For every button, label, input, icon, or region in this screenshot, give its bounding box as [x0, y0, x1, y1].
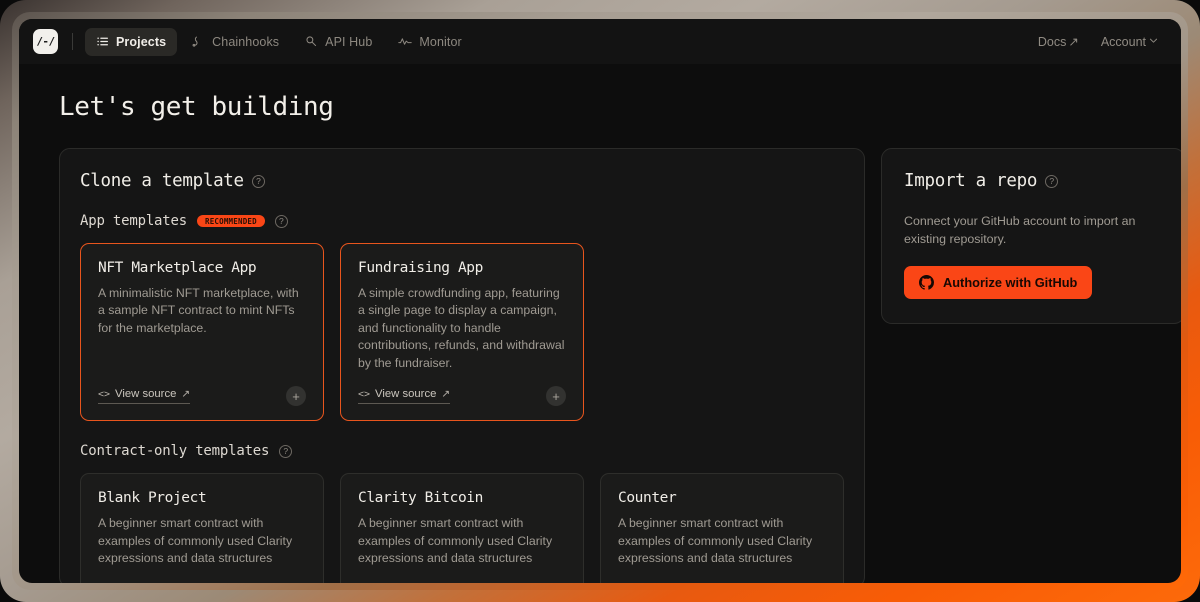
help-icon[interactable]: ?	[1045, 175, 1058, 188]
help-icon[interactable]: ?	[252, 175, 265, 188]
clone-template-panel: Clone a template ? App templates RECOMME…	[59, 148, 865, 583]
app-logo[interactable]: /-/	[33, 29, 58, 54]
section-title: Contract-only templates	[80, 443, 269, 459]
card-title: Fundraising App	[358, 260, 566, 276]
card-description: A beginner smart contract with examples …	[358, 515, 566, 567]
view-source-label: View source	[115, 388, 176, 400]
card-description: A simple crowdfunding app, featuring a s…	[358, 285, 566, 372]
chevron-down-icon	[1148, 35, 1159, 49]
nav-item-chainhooks[interactable]: Chainhooks	[181, 28, 290, 56]
authorize-with-github-button[interactable]: Authorize with GitHub	[904, 266, 1092, 299]
grid-empty-slot	[600, 243, 844, 421]
nav-item-monitor[interactable]: Monitor	[387, 28, 472, 56]
clone-template-title: Clone a template ?	[80, 171, 844, 191]
key-icon	[305, 35, 318, 48]
code-icon: <>	[98, 389, 110, 400]
section-header-app-templates: App templates RECOMMENDED ?	[80, 213, 844, 229]
external-link-icon: ↗	[441, 388, 450, 400]
page-body: Let's get building Clone a template ? Ap…	[19, 64, 1181, 583]
nav-item-label: Chainhooks	[212, 35, 279, 49]
template-card-counter[interactable]: Counter A beginner smart contract with e…	[600, 473, 844, 583]
docs-label: Docs	[1038, 35, 1066, 49]
account-menu[interactable]: Account	[1101, 35, 1159, 49]
card-description: A minimalistic NFT marketplace, with a s…	[98, 285, 306, 337]
page-title: Let's get building	[59, 92, 1141, 122]
account-label: Account	[1101, 35, 1146, 49]
authorize-button-label: Authorize with GitHub	[943, 275, 1077, 290]
docs-link[interactable]: Docs ↗	[1038, 34, 1079, 49]
help-icon[interactable]: ?	[275, 215, 288, 228]
external-link-icon: ↗	[1068, 34, 1078, 49]
code-icon: <>	[358, 389, 370, 400]
template-card-blank-project[interactable]: Blank Project A beginner smart contract …	[80, 473, 324, 583]
card-title: Clarity Bitcoin	[358, 490, 566, 506]
nav-right-group: Docs ↗ Account	[1038, 34, 1159, 49]
nav-divider	[72, 33, 73, 50]
top-navbar: /-/ Projects	[19, 19, 1181, 64]
add-template-button[interactable]: +	[546, 386, 566, 406]
template-card-nft-marketplace[interactable]: NFT Marketplace App A minimalistic NFT m…	[80, 243, 324, 421]
nav-item-label: Monitor	[419, 35, 461, 49]
decorative-outer-frame: /-/ Projects	[0, 0, 1200, 602]
card-description: A beginner smart contract with examples …	[98, 515, 306, 567]
import-repo-description: Connect your GitHub account to import an…	[904, 213, 1162, 249]
recommended-badge: RECOMMENDED	[197, 215, 265, 228]
list-icon	[96, 35, 109, 48]
nav-item-projects[interactable]: Projects	[85, 28, 177, 56]
nav-item-list: Projects Chainhooks	[85, 28, 473, 56]
import-repo-panel: Import a repo ? Connect your GitHub acco…	[881, 148, 1181, 324]
add-template-button[interactable]: +	[286, 386, 306, 406]
content-columns: Clone a template ? App templates RECOMME…	[59, 148, 1141, 583]
external-link-icon: ↗	[181, 388, 190, 400]
nav-item-api-hub[interactable]: API Hub	[294, 28, 383, 56]
app-window: /-/ Projects	[19, 19, 1181, 583]
nav-item-label: Projects	[116, 35, 166, 49]
card-title: Blank Project	[98, 490, 306, 506]
activity-icon	[398, 35, 412, 48]
section-title: App templates	[80, 213, 187, 229]
import-repo-title-text: Import a repo	[904, 171, 1037, 191]
app-templates-grid: NFT Marketplace App A minimalistic NFT m…	[80, 243, 844, 421]
view-source-label: View source	[375, 388, 436, 400]
nav-item-label: API Hub	[325, 35, 372, 49]
card-description: A beginner smart contract with examples …	[618, 515, 826, 567]
help-icon[interactable]: ?	[279, 445, 292, 458]
card-footer: <> View source ↗ +	[98, 386, 306, 406]
section-spacer	[80, 421, 844, 443]
import-repo-title: Import a repo ?	[904, 171, 1162, 191]
section-header-contract-only: Contract-only templates ?	[80, 443, 844, 459]
github-icon	[919, 275, 934, 290]
card-title: NFT Marketplace App	[98, 260, 306, 276]
template-card-clarity-bitcoin[interactable]: Clarity Bitcoin A beginner smart contrac…	[340, 473, 584, 583]
view-source-link[interactable]: <> View source ↗	[98, 388, 190, 404]
hook-icon	[192, 35, 205, 48]
view-source-link[interactable]: <> View source ↗	[358, 388, 450, 404]
template-card-fundraising[interactable]: Fundraising App A simple crowdfunding ap…	[340, 243, 584, 421]
clone-template-title-text: Clone a template	[80, 171, 244, 191]
contract-templates-grid: Blank Project A beginner smart contract …	[80, 473, 844, 583]
card-title: Counter	[618, 490, 826, 506]
decorative-inner-frame: /-/ Projects	[12, 12, 1188, 590]
card-footer: <> View source ↗ +	[358, 386, 566, 406]
